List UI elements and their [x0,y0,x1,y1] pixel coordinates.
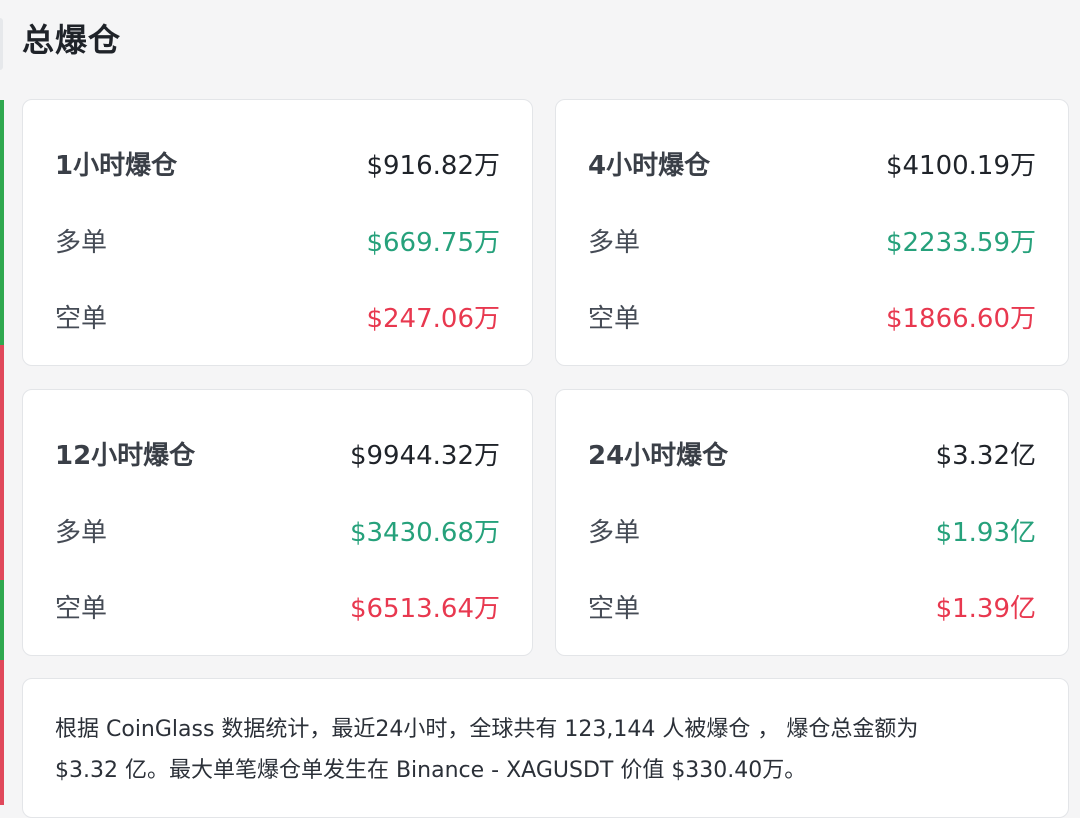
left-edge-color-strip [0,100,4,805]
long-value: $669.75万 [366,227,500,258]
total-row: 12小时爆仓 $9944.32万 [55,433,500,473]
summary-line-1: 根据 CoinGlass 数据统计，最近24小时，全球共有 123,144 人被… [55,717,919,742]
period-label: 4小时爆仓 [588,150,711,181]
liquidation-card-1h: 1小时爆仓 $916.82万 多单 $669.75万 空单 $247.06万 [22,99,533,366]
total-value: $916.82万 [366,150,500,181]
long-row: 多单 $1.93亿 [588,510,1036,550]
long-row: 多单 $2233.59万 [588,220,1036,260]
short-row: 空单 $247.06万 [55,296,500,336]
liquidation-card-24h: 24小时爆仓 $3.32亿 多单 $1.93亿 空单 $1.39亿 [555,389,1069,656]
liquidation-card-4h: 4小时爆仓 $4100.19万 多单 $2233.59万 空单 $1866.60… [555,99,1069,366]
short-label: 空单 [55,593,108,624]
short-label: 空单 [588,303,641,334]
summary-line-2: $3.32 亿。最大单笔爆仓单发生在 Binance - XAGUSDT 价值 … [55,758,807,783]
liquidation-summary: 根据 CoinGlass 数据统计，最近24小时，全球共有 123,144 人被… [22,678,1069,818]
total-row: 4小时爆仓 $4100.19万 [588,143,1036,183]
total-row: 1小时爆仓 $916.82万 [55,143,500,183]
long-value: $3430.68万 [349,517,500,548]
short-row: 空单 $1866.60万 [588,296,1036,336]
total-value: $4100.19万 [885,150,1036,181]
short-label: 空单 [588,593,641,624]
short-value: $1866.60万 [885,303,1036,334]
long-row: 多单 $3430.68万 [55,510,500,550]
short-row: 空单 $6513.64万 [55,586,500,626]
short-label: 空单 [55,303,108,334]
page-title: 总爆仓 [22,21,122,59]
left-edge-notch [0,18,3,70]
period-label: 1小时爆仓 [55,150,178,181]
long-label: 多单 [55,227,108,258]
long-label: 多单 [588,227,641,258]
long-value: $2233.59万 [885,227,1036,258]
liquidation-card-12h: 12小时爆仓 $9944.32万 多单 $3430.68万 空单 $6513.6… [22,389,533,656]
long-label: 多单 [55,517,108,548]
total-value: $9944.32万 [349,440,500,471]
total-value: $3.32亿 [935,440,1036,471]
short-value: $247.06万 [366,303,500,334]
long-row: 多单 $669.75万 [55,220,500,260]
short-value: $6513.64万 [349,593,500,624]
long-value: $1.93亿 [935,517,1036,548]
short-value: $1.39亿 [935,593,1036,624]
short-row: 空单 $1.39亿 [588,586,1036,626]
total-row: 24小时爆仓 $3.32亿 [588,433,1036,473]
period-label: 24小时爆仓 [588,440,729,471]
period-label: 12小时爆仓 [55,440,196,471]
long-label: 多单 [588,517,641,548]
